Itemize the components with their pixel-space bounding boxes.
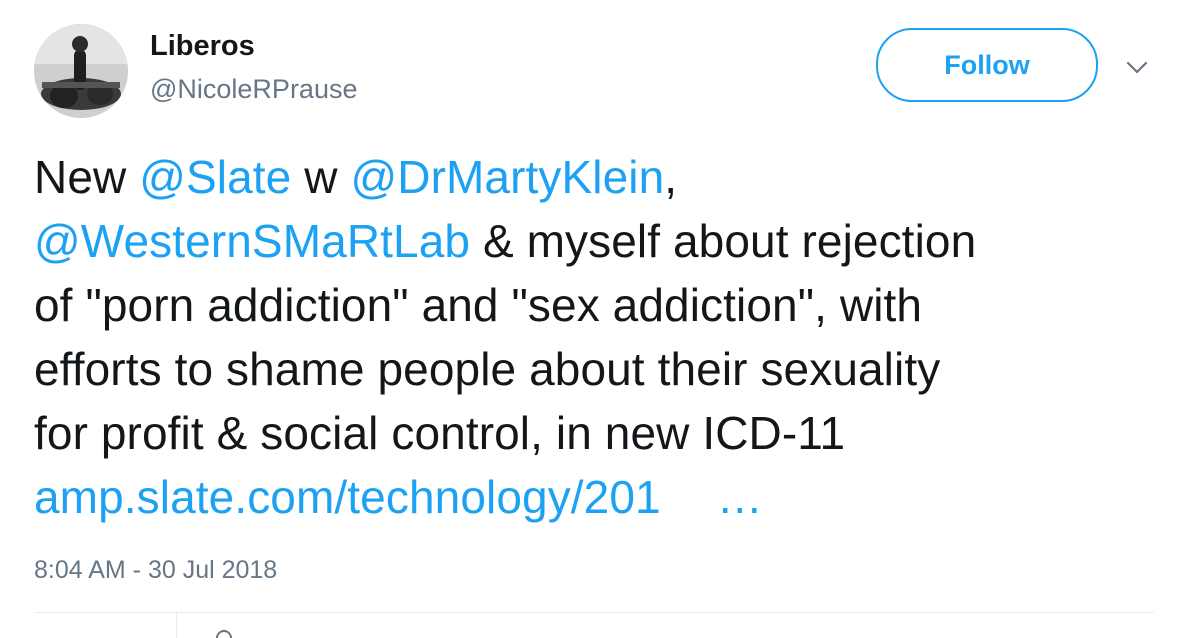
- tweet-text-segment: & myself about rejection: [470, 215, 977, 267]
- tweet-card: Liberos @NicoleRPrause Follow New @Slate…: [0, 0, 1186, 638]
- tweet-line-1: New @Slate w @DrMartyKlein,: [34, 145, 1164, 209]
- tweet-timestamp[interactable]: 8:04 AM - 30 Jul 2018: [34, 556, 277, 585]
- tweet-line-2: @WesternSMaRtLab & myself about rejectio…: [34, 209, 1164, 273]
- avatar[interactable]: [34, 24, 128, 118]
- divider: [34, 612, 1154, 613]
- author-name[interactable]: Liberos: [150, 30, 255, 63]
- tweet-line-5: for profit & social control, in new ICD-…: [34, 407, 846, 459]
- follow-button[interactable]: Follow: [876, 28, 1098, 102]
- author-handle[interactable]: @NicoleRPrause: [150, 74, 357, 105]
- chevron-down-icon[interactable]: [1120, 50, 1154, 84]
- tweet-line-6: amp.slate.com/technology/201 …: [34, 465, 1164, 529]
- mention-westernsmartlab[interactable]: @WesternSMaRtLab: [34, 215, 470, 267]
- tweet-text-segment: New: [34, 151, 140, 203]
- tweet-line-4: efforts to shame people about their sexu…: [34, 343, 941, 395]
- link-ellipsis: …: [716, 471, 763, 523]
- mention-drmartyklein[interactable]: @DrMartyKlein: [350, 151, 664, 203]
- mention-slate[interactable]: @Slate: [139, 151, 291, 203]
- stats-divider: [176, 613, 177, 638]
- avatar-image: [34, 24, 128, 118]
- tweet-text-segment: w: [291, 151, 351, 203]
- tweet-line-3: of "porn addiction" and "sex addiction",…: [34, 279, 923, 331]
- article-link[interactable]: amp.slate.com/technology/201: [34, 471, 661, 523]
- tweet-text: New @Slate w @DrMartyKlein, @WesternSMaR…: [34, 145, 1164, 529]
- stats-icon: [216, 630, 232, 638]
- tweet-text-segment: ,: [664, 151, 678, 203]
